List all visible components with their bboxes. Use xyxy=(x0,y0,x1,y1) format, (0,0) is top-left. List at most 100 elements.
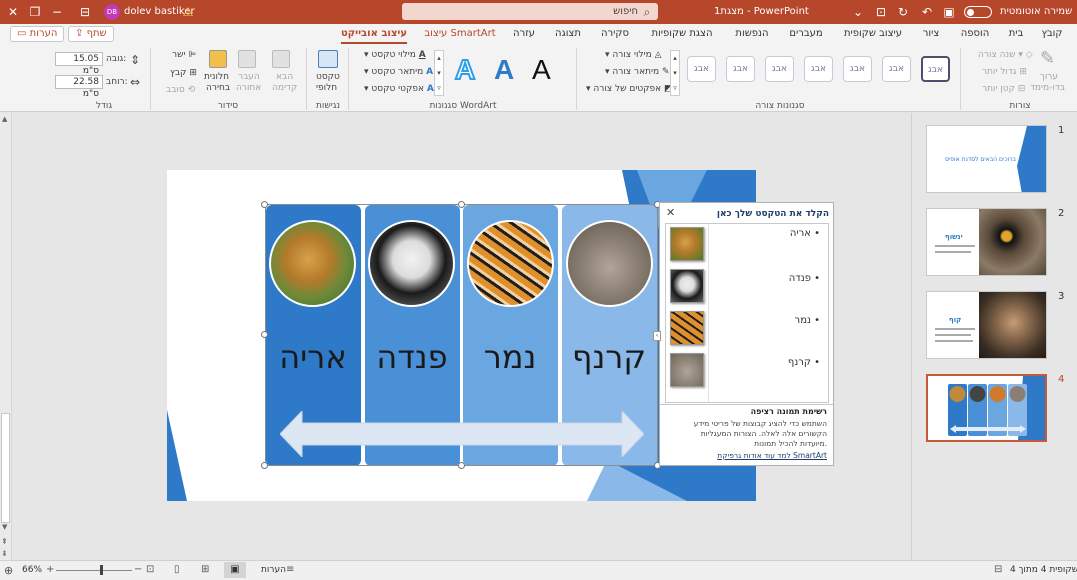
change-shape-button[interactable]: שנה צורה ▾ ◇ xyxy=(978,50,1033,60)
text-pane-toggle[interactable]: ‹ xyxy=(653,331,661,341)
wordart-style-blue[interactable]: A xyxy=(494,56,514,84)
zoom-slider[interactable] xyxy=(56,570,132,571)
wordart-style-black[interactable]: A xyxy=(532,56,551,84)
shape-style-swatch[interactable]: אבג xyxy=(843,56,872,82)
shape-fill-button[interactable]: ▾ מילוי צורה ◬ xyxy=(605,50,662,60)
shape-style-swatch-selected[interactable]: אבג xyxy=(921,56,950,82)
list-item[interactable]: אריה xyxy=(790,228,811,239)
resize-handle[interactable] xyxy=(458,462,465,469)
slide-thumbnail[interactable]: ברוכים הבאים לסדנת אופיס xyxy=(926,125,1047,193)
alt-text-button[interactable]: טקסט xyxy=(316,72,340,82)
tab-help[interactable]: עזרה xyxy=(513,24,535,44)
tab-object-format[interactable]: עיצוב אובייקט xyxy=(340,24,408,44)
tab-view[interactable]: תצוגה xyxy=(555,24,581,44)
shape-style-swatch[interactable]: אבג xyxy=(765,56,794,82)
send-backward-button[interactable]: העבר xyxy=(238,72,260,82)
group-arrange: סידור xyxy=(217,101,239,111)
shape-style-swatch[interactable]: אבג xyxy=(804,56,833,82)
tab-file[interactable]: קובץ xyxy=(1042,24,1063,44)
zoom-level[interactable]: 66% xyxy=(22,565,42,575)
height-input[interactable]: 15.05 ס"מ xyxy=(55,52,103,76)
ribbon-options-icon[interactable]: ⊟ xyxy=(78,5,92,19)
restore-icon[interactable]: ❐ xyxy=(28,5,42,19)
bring-forward-button[interactable]: הבא xyxy=(276,72,293,82)
prev-slide-icon[interactable]: ⇞ xyxy=(1,537,8,546)
tab-design[interactable]: עיצוב שקופית xyxy=(844,24,902,44)
tab-review[interactable]: סקירה xyxy=(601,24,629,44)
shape-style-swatch[interactable]: אבג xyxy=(687,56,716,82)
fit-slide-icon[interactable]: ⊕ xyxy=(4,564,13,577)
comments-button[interactable]: ▭ הערות xyxy=(10,26,65,42)
share-button[interactable]: ⇪ שתף xyxy=(68,26,114,42)
spellcheck-icon[interactable]: ⊟ xyxy=(994,564,1002,575)
list-item[interactable]: פנדה xyxy=(789,273,811,284)
selection-pane-button[interactable]: חלונית xyxy=(204,72,229,82)
width-input[interactable]: 22.58 ס"מ xyxy=(55,75,103,99)
more-commands-icon[interactable]: ⌄ xyxy=(851,5,865,19)
redo-icon[interactable]: ↻ xyxy=(896,5,910,19)
minimize-icon[interactable]: − xyxy=(50,5,64,19)
rhino-thumbnail[interactable] xyxy=(670,353,704,387)
rotate-button[interactable]: סובב ⟲ xyxy=(166,85,195,95)
shape-style-gallery-scroll[interactable]: ▴ ▾ ▿ xyxy=(670,50,680,96)
smaller-button[interactable]: קטן יותר ⊟ xyxy=(982,84,1025,94)
larger-button[interactable]: גדול יותר ⊞ xyxy=(982,67,1027,77)
shape-style-swatch[interactable]: אבג xyxy=(882,56,911,82)
tab-smartart-design[interactable]: עיצוב SmartArt xyxy=(424,24,495,44)
share-label: שתף xyxy=(86,28,107,39)
resize-handle[interactable] xyxy=(261,331,268,338)
slideshow-view-icon[interactable]: ⊡ xyxy=(146,564,154,575)
present-icon[interactable]: ⊡ xyxy=(874,5,888,19)
group-button[interactable]: קבץ ⊞ xyxy=(170,68,197,78)
resize-handle[interactable] xyxy=(261,201,268,208)
slide-thumbnail[interactable]: קוף xyxy=(926,291,1047,359)
tab-home[interactable]: בית xyxy=(1009,24,1024,44)
resize-handle[interactable] xyxy=(458,201,465,208)
shape-effects-button[interactable]: ▾ אפקטים של צורה ◩ xyxy=(586,84,673,94)
scroll-thumb[interactable] xyxy=(1,413,10,523)
sorter-view-icon[interactable]: ⊞ xyxy=(201,564,209,575)
list-item[interactable]: קרנף xyxy=(788,357,811,368)
normal-view-icon[interactable]: ▣ xyxy=(224,562,246,578)
tab-animations[interactable]: הנפשות xyxy=(735,24,768,44)
avatar[interactable]: DB xyxy=(104,4,120,20)
lion-thumbnail[interactable] xyxy=(670,227,704,261)
search-input[interactable]: חיפוש xyxy=(402,3,658,20)
shape-outline-button[interactable]: ▾ מיתאר צורה ✎ xyxy=(605,67,670,77)
close-icon[interactable]: ✕ xyxy=(6,5,20,19)
zoom-out-icon[interactable]: − xyxy=(134,564,142,575)
learn-more-link[interactable]: למד עוד אודות גרפיקת SmartArt xyxy=(717,451,827,460)
align-button[interactable]: ישר ⊫ xyxy=(172,50,196,60)
next-slide-icon[interactable]: ⇟ xyxy=(1,549,8,558)
tab-transitions[interactable]: מעברים xyxy=(789,24,822,44)
wordart-style-outline[interactable]: A xyxy=(454,55,476,85)
text-fill-button[interactable]: ▾ מילוי טקסט A xyxy=(364,50,426,60)
wordart-gallery-scroll[interactable]: ▴ ▾ ▿ xyxy=(434,50,444,96)
slide-thumbnail[interactable]: ינשוף xyxy=(926,208,1047,276)
save-icon[interactable]: ▣ xyxy=(942,5,956,19)
edit-2d-button[interactable]: ערוך xyxy=(1040,72,1058,82)
zoom-slider-thumb[interactable] xyxy=(100,565,103,575)
tab-insert[interactable]: הוספה xyxy=(961,24,990,44)
close-icon[interactable]: ✕ xyxy=(666,206,675,219)
autosave-toggle[interactable] xyxy=(964,6,992,18)
scroll-up-icon[interactable]: ▲ xyxy=(2,115,7,123)
zoom-in-icon[interactable]: + xyxy=(46,564,54,575)
bring-forward-label2: קדימה xyxy=(272,83,298,93)
tab-slideshow[interactable]: הצגת שקופיות xyxy=(651,24,712,44)
undo-icon[interactable]: ↶ xyxy=(920,5,934,19)
tiger-thumbnail[interactable] xyxy=(670,311,704,345)
tab-draw[interactable]: ציור xyxy=(923,24,940,44)
notes-button[interactable]: הערות xyxy=(261,565,286,575)
text-effects-button[interactable]: ▾ אפקטי טקסט A xyxy=(364,84,434,94)
panda-thumbnail[interactable] xyxy=(670,269,704,303)
text-outline-button[interactable]: ▾ מיתאר טקסט A xyxy=(364,67,433,77)
resize-handle[interactable] xyxy=(261,462,268,469)
scroll-down-icon[interactable]: ▼ xyxy=(2,523,7,531)
list-item[interactable]: נמר xyxy=(795,315,811,326)
shape-style-swatch[interactable]: אבג xyxy=(726,56,755,82)
slide-thumbnail-selected[interactable] xyxy=(926,374,1047,442)
warning-icon[interactable]: ⚠ xyxy=(181,5,195,19)
vertical-scrollbar[interactable]: ▲ ▼ ⇞ ⇟ xyxy=(0,113,12,560)
reading-view-icon[interactable]: ▯ xyxy=(174,564,180,575)
